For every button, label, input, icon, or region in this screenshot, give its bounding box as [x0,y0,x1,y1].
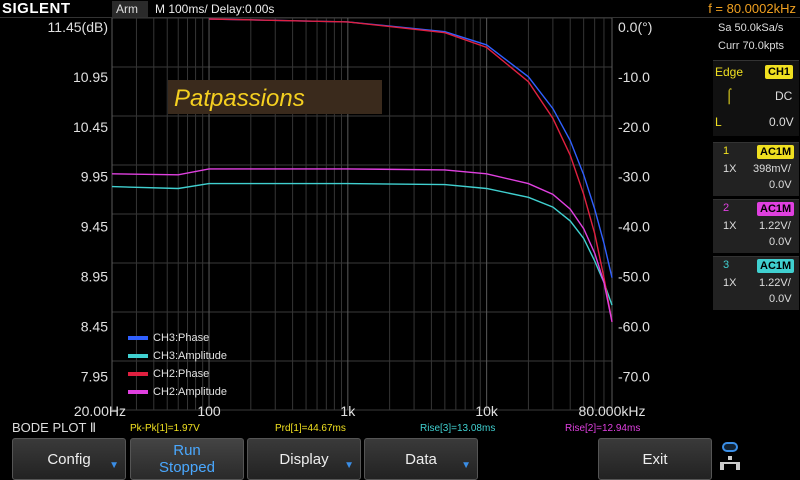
legend-label: CH2:Phase [153,368,209,380]
run-stop-button[interactable]: Run Stopped [130,438,244,480]
y-left-tick-label: 8.95 [81,269,108,285]
channel-3-probe: 1X [723,277,737,289]
channel-1-scale: 398mV/ [753,163,791,175]
softkey-bar: Config ▼ Run Stopped Display ▼ Data ▼ Ex… [0,438,800,480]
channel-1-number: 1 [723,145,730,157]
y-left-axis-label: 11.45(dB) [48,19,108,35]
legend-swatch [128,354,148,358]
brand-logo: SIGLENT [2,0,71,17]
y-left-tick-label: 7.95 [81,368,108,384]
run-state-label: Stopped [159,459,215,476]
network-icon[interactable] [718,442,744,476]
config-button[interactable]: Config ▼ [12,438,126,480]
trigger-status[interactable]: Arm [112,1,148,17]
y-left-tick-label: 9.95 [81,169,108,185]
legend-label: CH3:Phase [153,332,209,344]
channel-3-scale: 1.22V/ [759,277,791,289]
channel-3-panel[interactable]: 3 AC1M 1X 1.22V/ 0.0V [713,256,799,310]
channel-1-offset: 0.0V [769,179,792,191]
channel-1-probe: 1X [723,163,737,175]
trigger-coupling: DC [775,89,793,103]
watermark-text: Patpassions [174,85,305,112]
x-tick-label: 1k [340,403,356,418]
channel-2-offset: 0.0V [769,236,792,248]
data-label: Data [405,450,437,468]
y-right-tick-label: -10.0 [618,69,650,85]
trigger-level-label: L [715,115,722,129]
trigger-type: Edge [715,65,744,79]
x-tick-label: 10k [475,403,499,418]
measurement-period: Prd[1]=44.67ms [275,423,346,434]
exit-label: Exit [642,450,668,468]
rising-edge-icon: ⌠ [725,87,734,103]
y-right-tick-label: -50.0 [618,269,650,285]
data-button[interactable]: Data ▼ [364,438,478,480]
config-label: Config [47,450,91,468]
y-right-tick-label: -20.0 [618,119,650,135]
chevron-down-icon: ▼ [461,460,471,471]
channel-2-coupling: AC1M [757,202,795,216]
y-left-tick-label: 10.45 [73,119,108,135]
channel-2-number: 2 [723,202,730,214]
measurement-rise-2: Rise[2]=12.94ms [565,423,641,434]
y-left-tick-label: 9.45 [81,219,108,235]
measurement-pkpk: Pk-Pk[1]=1.97V [130,423,200,434]
x-tick-label: 80.000kHz [579,403,646,418]
channel-3-offset: 0.0V [769,293,792,305]
y-right-tick-label: -40.0 [618,219,650,235]
measurement-bar: BODE PLOT Ⅱ Pk-Pk[1]=1.97V Prd[1]=44.67m… [0,418,800,438]
trigger-source: CH1 [765,65,794,79]
x-tick-label: 20.00Hz [74,403,126,418]
sample-rate: Sa 50.0kSa/s [718,22,784,34]
legend-swatch [128,390,148,394]
channel-2-panel[interactable]: 2 AC1M 1X 1.22V/ 0.0V [713,199,799,253]
channel-1-panel[interactable]: 1 AC1M 1X 398mV/ 0.0V [713,142,799,196]
display-button[interactable]: Display ▼ [247,438,361,480]
run-label: Run [173,442,201,459]
y-left-tick-label: 10.95 [73,69,108,85]
channel-1-coupling: AC1M [757,145,795,159]
y-right-axis-label: 0.0(°) [618,19,652,35]
top-status-bar: SIGLENT Arm M 100ms/ Delay:0.00s f = 80.… [0,0,800,18]
channel-2-scale: 1.22V/ [759,220,791,232]
y-right-tick-label: -70.0 [618,368,650,384]
timebase-readout[interactable]: M 100ms/ Delay:0.00s [155,0,274,18]
x-tick-label: 100 [197,403,221,418]
legend-swatch [128,336,148,340]
mode-label: BODE PLOT Ⅱ [12,420,97,435]
channel-3-number: 3 [723,259,730,271]
bode-plot[interactable]: 11.45(dB) 10.95 10.45 9.95 9.45 8.95 8.45 7.95 0… [0,18,712,418]
watermark: Patpassions [168,80,382,114]
channel-2-probe: 1X [723,220,737,232]
y-left-tick-label: 8.45 [81,318,108,334]
legend-swatch [128,372,148,376]
chevron-down-icon: ▼ [109,460,119,471]
y-right-tick-label: -30.0 [618,169,650,185]
right-info-panel: Sa 50.0kSa/s Curr 70.0kpts Edge CH1 ⌠ DC… [712,18,800,418]
display-label: Display [279,450,329,468]
trigger-level: 0.0V [769,115,794,129]
chevron-down-icon: ▼ [344,460,354,471]
legend-label: CH2:Amplitude [153,386,227,398]
frequency-readout: f = 80.0002kHz [708,1,796,16]
legend-label: CH3:Amplitude [153,350,227,362]
exit-button[interactable]: Exit [598,438,712,480]
channel-3-coupling: AC1M [757,259,795,273]
trigger-panel[interactable]: Edge CH1 ⌠ DC L 0.0V [713,60,799,136]
measurement-rise-3: Rise[3]=13.08ms [420,423,496,434]
memory-depth: Curr 70.0kpts [718,40,785,52]
y-right-tick-label: -60.0 [618,318,650,334]
